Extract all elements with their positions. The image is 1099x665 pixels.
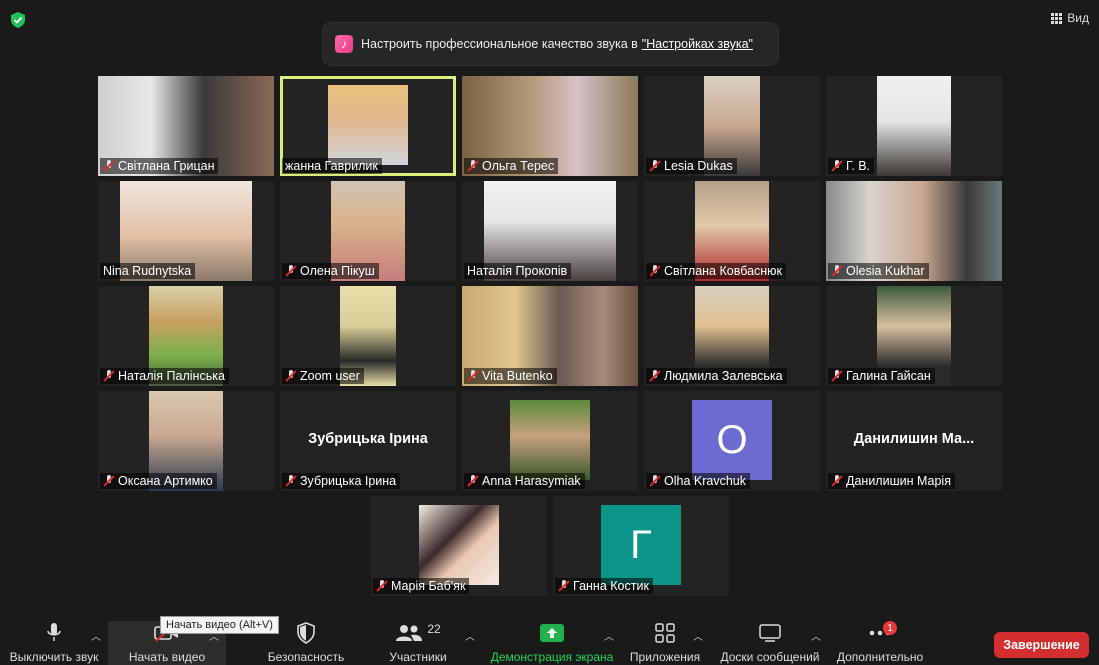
security-button[interactable]: Безопасность xyxy=(258,609,354,665)
participant-name: Nina Rudnytska xyxy=(103,264,192,278)
audio-settings-link[interactable]: "Настройках звука" xyxy=(642,37,753,51)
participant-tile-no-video[interactable]: Г Ганна Костик xyxy=(553,496,729,596)
participant-name: Світлана Ковбаснюк xyxy=(664,264,783,278)
audio-quality-banner: ♪ Настроить профессиональное качество зв… xyxy=(323,23,778,65)
mic-muted-icon xyxy=(831,265,843,277)
participant-name: Ольга Терес xyxy=(482,159,555,173)
mic-muted-icon xyxy=(467,370,479,382)
mic-muted-icon xyxy=(103,160,115,172)
participant-name: Anna Harasymiak xyxy=(482,474,581,488)
participant-name: Зубрицька Ірина xyxy=(300,474,397,488)
mic-muted-icon xyxy=(831,370,843,382)
mic-muted-icon xyxy=(649,265,661,277)
whiteboard-icon xyxy=(759,622,781,644)
participant-name: Ганна Костик xyxy=(573,579,649,593)
share-options-caret[interactable]: ︿ xyxy=(604,628,614,643)
participant-tile[interactable]: Ольга Терес xyxy=(462,76,638,176)
participants-options-caret[interactable]: ︿ xyxy=(465,628,475,643)
participant-name: жанна Гаврилик xyxy=(285,159,378,173)
mic-muted-icon xyxy=(103,370,115,382)
participant-tile[interactable]: Г. В. xyxy=(826,76,1002,176)
people-icon xyxy=(396,625,423,641)
participant-name: Vita Butenko xyxy=(482,369,553,383)
avatar: Г xyxy=(601,505,681,585)
participant-display-name: Зубрицька Ірина xyxy=(308,431,428,447)
grid-icon xyxy=(1051,12,1063,24)
music-note-icon: ♪ xyxy=(335,35,353,53)
profile-photo xyxy=(419,505,499,585)
participant-tile-no-video[interactable]: Данилишин Ма... Данилишин Марія xyxy=(826,391,1002,491)
apps-icon xyxy=(655,622,675,644)
participant-name: Олена Пікуш xyxy=(300,264,375,278)
profile-photo xyxy=(510,400,590,480)
participant-display-name: Данилишин Ма... xyxy=(853,431,975,447)
mic-muted-icon xyxy=(649,370,661,382)
shield-icon xyxy=(296,622,316,644)
mic-muted-icon xyxy=(558,580,570,592)
participant-tile[interactable]: Галина Гайсан xyxy=(826,286,1002,386)
video-feed xyxy=(877,76,951,176)
participant-tile[interactable]: Lesia Dukas xyxy=(644,76,820,176)
banner-text: Настроить профессиональное качество звук… xyxy=(361,37,638,51)
mute-button[interactable]: Выключить звук xyxy=(6,609,102,665)
participants-count: 22 xyxy=(427,622,441,636)
participant-name: Zoom user xyxy=(300,369,360,383)
participant-name: Данилишин Марія xyxy=(846,474,951,488)
avatar: O xyxy=(692,400,772,480)
participant-tile[interactable]: Nina Rudnytska xyxy=(98,181,274,281)
whiteboards-options-caret[interactable]: ︿ xyxy=(811,628,821,643)
participant-name: Галина Гайсан xyxy=(846,369,931,383)
participant-name: Г. В. xyxy=(846,159,870,173)
mic-muted-icon xyxy=(285,265,297,277)
participant-name: Марія Баб'як xyxy=(391,579,466,593)
apps-options-caret[interactable]: ︿ xyxy=(693,628,703,643)
participant-tile-no-video[interactable]: O Olha Kravchuk xyxy=(644,391,820,491)
mic-muted-icon xyxy=(649,475,661,487)
view-label: Вид xyxy=(1067,11,1089,25)
share-screen-icon xyxy=(540,622,564,644)
participant-tile[interactable]: Anna Harasymiak xyxy=(462,391,638,491)
participant-name: Людмила Залевська xyxy=(664,369,783,383)
participant-tile-active-speaker[interactable]: жанна Гаврилик xyxy=(280,76,456,176)
mic-muted-icon xyxy=(831,475,843,487)
participant-tile[interactable]: Наталія Палінська xyxy=(98,286,274,386)
participant-name: Наталія Прокопів xyxy=(467,264,568,278)
microphone-icon xyxy=(47,622,61,644)
participant-tile[interactable]: Vita Butenko xyxy=(462,286,638,386)
participant-tile[interactable]: Олена Пікуш xyxy=(280,181,456,281)
more-button[interactable]: Дополнительно xyxy=(830,609,930,665)
share-screen-button[interactable]: Демонстрация экрана xyxy=(488,609,616,665)
participant-tile[interactable]: Оксана Артимко xyxy=(98,391,274,491)
participant-tile[interactable]: Світлана Ковбаснюк xyxy=(644,181,820,281)
participant-name: Світлана Грицан xyxy=(118,159,215,173)
participant-tile[interactable]: Zoom user xyxy=(280,286,456,386)
participant-name: Оксана Артимко xyxy=(118,474,213,488)
mic-muted-icon xyxy=(467,160,479,172)
participant-tile[interactable]: Марія Баб'як xyxy=(371,496,547,596)
mic-muted-icon xyxy=(831,160,843,172)
participant-tile[interactable]: Світлана Грицан xyxy=(98,76,274,176)
encryption-shield-icon[interactable] xyxy=(9,11,27,29)
mic-muted-icon xyxy=(285,475,297,487)
participant-name: Lesia Dukas xyxy=(664,159,733,173)
participant-name: Olha Kravchuk xyxy=(664,474,746,488)
view-button[interactable]: Вид xyxy=(1051,11,1089,25)
mic-muted-icon xyxy=(649,160,661,172)
notification-badge: 1 xyxy=(883,621,897,635)
participants-button[interactable]: 22 Участники xyxy=(378,609,458,665)
participant-name: Olesia Kukhar xyxy=(846,264,925,278)
participant-tile[interactable]: Людмила Залевська xyxy=(644,286,820,386)
mic-muted-icon xyxy=(285,370,297,382)
participant-tile[interactable]: Наталія Прокопів xyxy=(462,181,638,281)
whiteboards-button[interactable]: Доски сообщений xyxy=(716,609,824,665)
mic-muted-icon xyxy=(376,580,388,592)
mic-muted-icon xyxy=(467,475,479,487)
participant-name: Наталія Палінська xyxy=(118,369,225,383)
audio-options-caret[interactable]: ︿ xyxy=(91,628,101,643)
mic-muted-icon xyxy=(103,475,115,487)
end-meeting-button[interactable]: Завершение xyxy=(994,632,1089,658)
participant-tile[interactable]: Olesia Kukhar xyxy=(826,181,1002,281)
participant-tile-no-video[interactable]: Зубрицька Ірина Зубрицька Ірина xyxy=(280,391,456,491)
video-feed xyxy=(328,85,408,165)
